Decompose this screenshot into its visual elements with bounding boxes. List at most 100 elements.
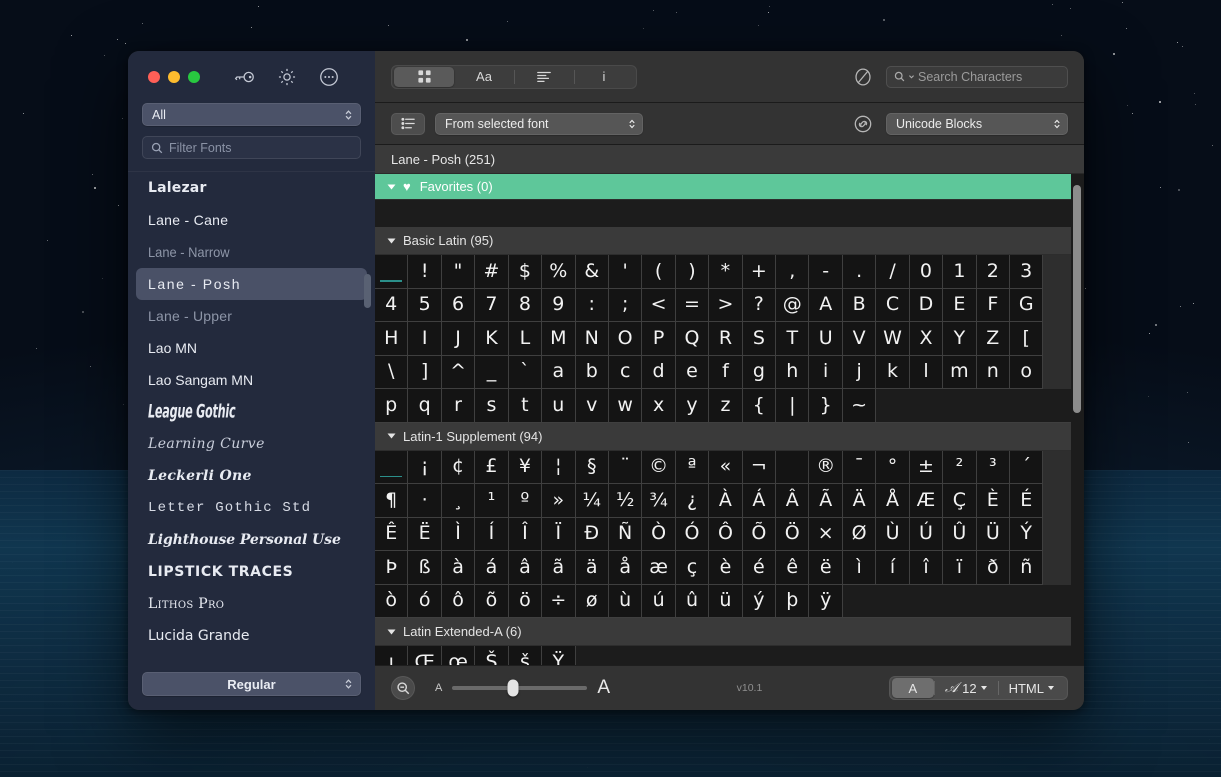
close-button[interactable]	[148, 71, 160, 83]
character-cell[interactable]: j	[842, 355, 877, 389]
character-cell[interactable]: s	[475, 389, 509, 423]
character-cell[interactable]: ½	[608, 484, 643, 518]
character-cell[interactable]: á	[475, 551, 509, 585]
character-cell[interactable]: ä	[575, 551, 609, 585]
character-cell[interactable]: ¹	[475, 484, 509, 518]
character-cell[interactable]: 0	[909, 255, 944, 289]
character-cell[interactable]: ¨	[608, 450, 643, 484]
character-cell[interactable]: #	[475, 255, 509, 289]
character-cell[interactable]: y	[675, 389, 710, 423]
font-list-item[interactable]: Lane - Narrow	[136, 236, 367, 268]
character-cell[interactable]: 9	[542, 288, 576, 322]
character-cell[interactable]: È	[976, 484, 1011, 518]
character-cell[interactable]: é	[742, 551, 777, 585]
character-cell[interactable]: ¿	[675, 484, 710, 518]
character-cell[interactable]: '	[608, 255, 643, 289]
character-cell[interactable]: Ð	[575, 517, 609, 551]
character-cell[interactable]: ª	[675, 450, 710, 484]
character-cell[interactable]: Í	[475, 517, 509, 551]
character-cell[interactable]: ;	[608, 288, 643, 322]
disclosure-triangle-icon[interactable]	[387, 629, 396, 634]
font-list-item[interactable]: Learning Curve	[136, 428, 367, 460]
size-slider-knob[interactable]	[507, 679, 519, 697]
font-list-item[interactable]: Lane - Posh	[136, 268, 367, 300]
character-cell[interactable]: -	[809, 255, 843, 289]
character-cell[interactable]: \	[375, 355, 409, 389]
character-cell[interactable]: D	[909, 288, 944, 322]
character-cell[interactable]: &	[575, 255, 609, 289]
character-cell[interactable]: Ü	[976, 517, 1011, 551]
character-cell[interactable]: Î	[508, 517, 543, 551]
character-cell[interactable]: Û	[943, 517, 977, 551]
character-cell[interactable]: ·	[408, 484, 442, 518]
character-cell[interactable]: Š	[475, 646, 509, 665]
character-scrollbar-thumb[interactable]	[1073, 185, 1081, 413]
character-cell[interactable]: k	[876, 355, 910, 389]
character-cell[interactable]: U	[809, 322, 843, 356]
character-cell[interactable]: Ý	[1010, 517, 1044, 551]
character-cell[interactable]: ³	[976, 450, 1011, 484]
character-cell[interactable]: ]	[408, 355, 442, 389]
character-cell[interactable]: R	[709, 322, 743, 356]
character-cell[interactable]: î	[909, 551, 944, 585]
filter-fonts-field[interactable]	[142, 136, 361, 159]
size-slider[interactable]	[452, 679, 588, 697]
character-cell[interactable]	[776, 450, 810, 484]
character-cell[interactable]: ô	[441, 584, 476, 618]
zoom-button[interactable]	[188, 71, 200, 83]
character-cell[interactable]: Ø	[842, 517, 877, 551]
font-size-button[interactable]: 𝒜 12	[933, 678, 998, 698]
character-cell[interactable]: Á	[742, 484, 777, 518]
character-cell[interactable]: a	[542, 355, 576, 389]
no-entry-circle-icon[interactable]	[852, 66, 874, 88]
character-cell[interactable]: Ï	[542, 517, 576, 551]
sidebar-scrollbar[interactable]	[364, 51, 371, 710]
character-cell[interactable]: _	[475, 355, 509, 389]
character-cell[interactable]: ¡	[408, 450, 442, 484]
search-characters-input[interactable]	[918, 69, 1060, 84]
character-cell[interactable]: I	[408, 322, 442, 356]
character-cell[interactable]: ¼	[575, 484, 609, 518]
character-cell[interactable]: ,	[776, 255, 810, 289]
character-cell[interactable]: :	[575, 288, 609, 322]
font-list-item[interactable]: Letter Gothic Std	[136, 492, 367, 524]
character-cell[interactable]: Õ	[742, 517, 777, 551]
character-cell[interactable]: ë	[809, 551, 843, 585]
character-cell[interactable]: "	[441, 255, 476, 289]
character-cell[interactable]: z	[709, 389, 743, 423]
character-cell[interactable]: <	[642, 288, 676, 322]
font-list-item[interactable]: Lane - Upper	[136, 300, 367, 332]
character-cell[interactable]: â	[508, 551, 543, 585]
character-cell[interactable]: û	[675, 584, 710, 618]
font-list-item[interactable]: LIPSTICK TRACES	[136, 556, 367, 588]
character-cell[interactable]: °	[876, 450, 910, 484]
character-cell[interactable]: Ÿ	[542, 646, 576, 665]
character-cell[interactable]: e	[675, 355, 710, 389]
character-cell[interactable]: œ	[441, 646, 476, 665]
character-cell[interactable]: B	[842, 288, 877, 322]
character-cell[interactable]: m	[943, 355, 977, 389]
character-cell[interactable]: ©	[642, 450, 676, 484]
character-cell[interactable]: [	[1010, 322, 1044, 356]
character-cell[interactable]	[375, 255, 409, 289]
character-cell[interactable]: Å	[876, 484, 910, 518]
character-cell[interactable]: w	[608, 389, 643, 423]
character-cell[interactable]: }	[809, 389, 843, 423]
character-cell[interactable]: ã	[542, 551, 576, 585]
tab-grid-view[interactable]	[394, 66, 454, 87]
character-cell[interactable]: «	[709, 450, 743, 484]
character-cell[interactable]: V	[842, 322, 877, 356]
disclosure-triangle-icon[interactable]	[387, 184, 396, 189]
character-cell[interactable]: O	[608, 322, 643, 356]
character-cell[interactable]: N	[575, 322, 609, 356]
collection-popup[interactable]: All	[142, 103, 361, 126]
character-cell[interactable]: É	[1010, 484, 1044, 518]
character-cell[interactable]: ±	[909, 450, 944, 484]
character-cell[interactable]: M	[542, 322, 576, 356]
font-list-item[interactable]: Lao Sangam MN	[136, 364, 367, 396]
character-group-header[interactable]: Latin-1 Supplement (94)	[375, 422, 1071, 451]
character-cell[interactable]: h	[776, 355, 810, 389]
character-cell[interactable]: Ú	[909, 517, 944, 551]
tab-preview-view[interactable]: Aa	[454, 67, 514, 87]
character-cell[interactable]: Ë	[408, 517, 442, 551]
